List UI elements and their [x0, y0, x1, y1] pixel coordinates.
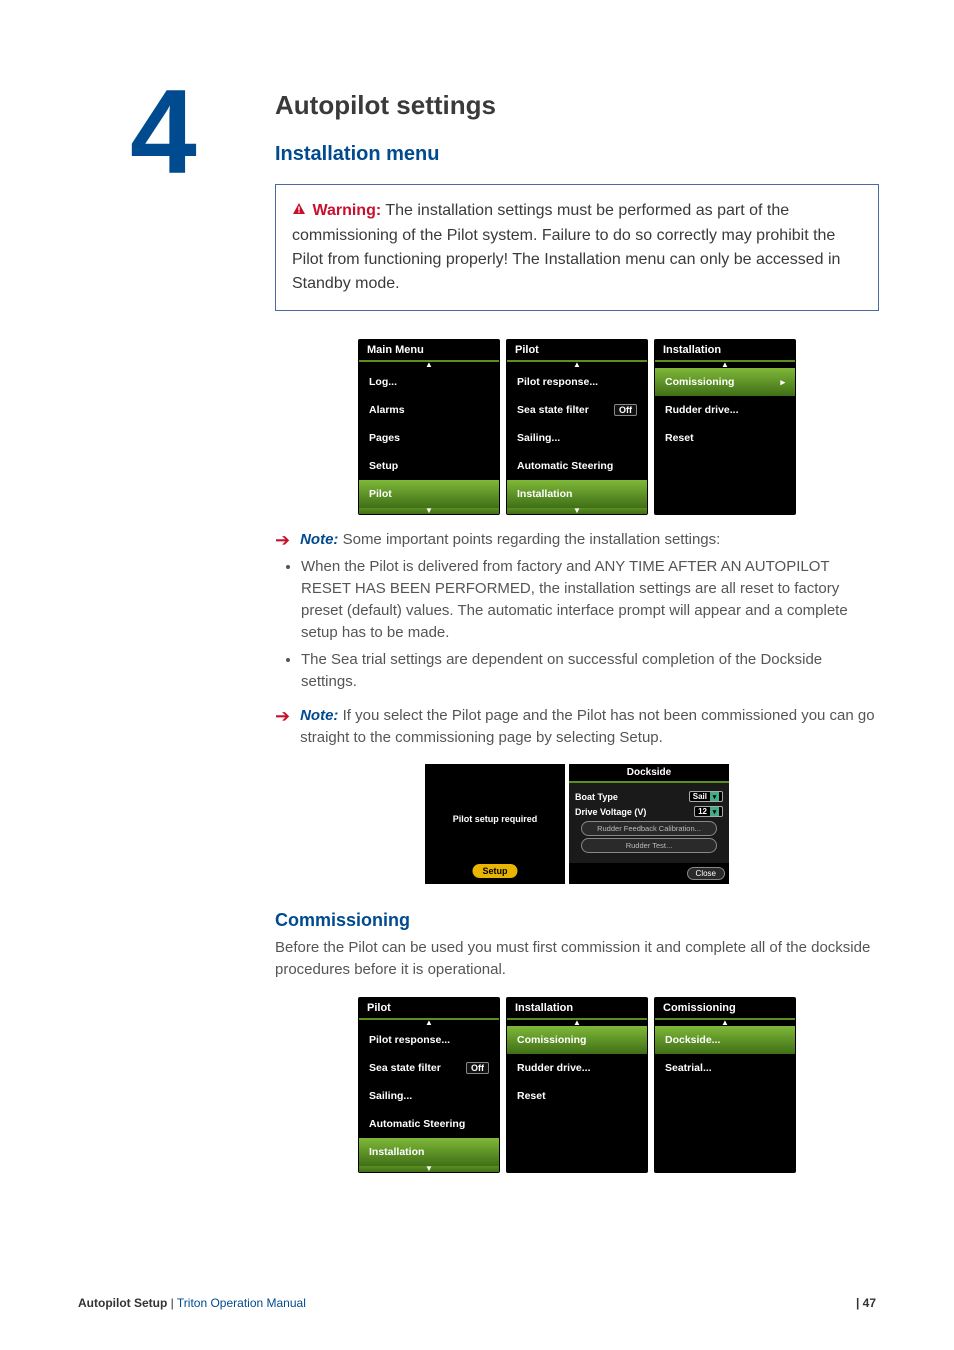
menu-main: Main Menu ▲ Log...AlarmsPagesSetupPilot …	[358, 339, 500, 515]
menu-item[interactable]: Installation	[359, 1138, 499, 1166]
menu-item[interactable]: Sea state filterOff	[359, 1054, 499, 1082]
menu-item[interactable]: Reset	[655, 424, 795, 452]
arrow-right-icon: ➔	[275, 705, 290, 728]
pilot-setup-required-screen: Pilot setup required Setup	[425, 764, 565, 884]
note-label: Note:	[300, 707, 338, 724]
pilot-setup-msg: Pilot setup required	[425, 814, 565, 824]
dockside-dialog: Dockside Boat Type Sail▾ Drive Voltage (…	[569, 764, 729, 884]
chevron-right-icon: ▸	[780, 377, 785, 388]
menu-item[interactable]: Rudder drive...	[655, 396, 795, 424]
menu-trio-top: Main Menu ▲ Log...AlarmsPagesSetupPilot …	[275, 339, 879, 515]
note-text: Some important points regarding the inst…	[343, 531, 721, 548]
menu-item[interactable]: Seatrial...	[655, 1054, 795, 1082]
menu-item[interactable]: Dockside...	[655, 1026, 795, 1054]
menu-installation-title: Installation	[663, 344, 721, 356]
dockside-figure: Pilot setup required Setup Dockside Boat…	[275, 764, 879, 884]
warning-label: Warning:	[312, 202, 381, 219]
list-item: When the Pilot is delivered from factory…	[301, 556, 879, 643]
setup-button[interactable]: Setup	[472, 864, 517, 878]
boat-type-select[interactable]: Sail▾	[689, 791, 723, 802]
menu-commissioning-b-title: Comissioning	[663, 1002, 736, 1014]
menu-item[interactable]: Installation	[507, 480, 647, 508]
menu-commissioning-b: Comissioning ▲ Dockside...Seatrial...	[654, 997, 796, 1173]
note-label: Note:	[300, 531, 338, 548]
chapter-number: 4	[130, 72, 197, 192]
warning-icon	[292, 200, 306, 224]
menu-item[interactable]: Setup	[359, 452, 499, 480]
menu-item[interactable]: Log...	[359, 368, 499, 396]
menu-item[interactable]: Sailing...	[359, 1082, 499, 1110]
menu-item[interactable]: Comissioning▸	[655, 368, 795, 396]
rudder-test-button[interactable]: Rudder Test...	[581, 838, 717, 853]
footer-page: | 47	[856, 1296, 876, 1310]
menu-pilot-b: Pilot ▲ Pilot response...Sea state filte…	[358, 997, 500, 1173]
menu-pilot-b-title: Pilot	[367, 1002, 391, 1014]
drive-voltage-value: 12	[698, 807, 707, 816]
menu-item[interactable]: Pilot	[359, 480, 499, 508]
footer-manual: Triton Operation Manual	[177, 1296, 306, 1310]
footer-section: Autopilot Setup	[78, 1296, 167, 1310]
arrow-right-icon: ➔	[275, 529, 290, 552]
scroll-down-icon: ▼	[359, 508, 499, 514]
menu-installation-b: Installation ▲ ComissioningRudder drive.…	[506, 997, 648, 1173]
menu-pilot: Pilot ▲ Pilot response...Sea state filte…	[506, 339, 648, 515]
menu-installation-b-title: Installation	[515, 1002, 573, 1014]
note-2: ➔ Note: If you select the Pilot page and…	[275, 705, 879, 749]
close-button[interactable]: Close	[687, 867, 725, 880]
rudder-calibration-button[interactable]: Rudder Feedback Calibration...	[581, 821, 717, 836]
scroll-down-icon: ▼	[507, 508, 647, 514]
drive-voltage-label: Drive Voltage (V)	[575, 807, 646, 817]
page-title: Autopilot settings	[275, 90, 879, 121]
boat-type-label: Boat Type	[575, 792, 618, 802]
drive-voltage-select[interactable]: 12▾	[694, 806, 723, 817]
note-1: ➔ Note: Some important points regarding …	[275, 529, 879, 552]
commissioning-para: Before the Pilot can be used you must fi…	[275, 937, 879, 981]
section-installation-menu: Installation menu	[275, 143, 879, 166]
menu-item[interactable]: Pilot response...	[359, 1026, 499, 1054]
menu-trio-bottom: Pilot ▲ Pilot response...Sea state filte…	[275, 997, 879, 1173]
scroll-down-icon: ▼	[359, 1166, 499, 1172]
chevron-down-icon: ▾	[710, 792, 719, 801]
menu-main-title: Main Menu	[367, 344, 424, 356]
list-item: The Sea trial settings are dependent on …	[301, 649, 879, 693]
warning-box: Warning: The installation settings must …	[275, 184, 879, 311]
menu-installation: Installation ▲ Comissioning▸Rudder drive…	[654, 339, 796, 515]
menu-pilot-title: Pilot	[515, 344, 539, 356]
menu-item[interactable]: Sea state filterOff	[507, 396, 647, 424]
section-commissioning: Commissioning	[275, 910, 879, 931]
menu-item-value: Off	[614, 404, 637, 416]
menu-item[interactable]: Sailing...	[507, 424, 647, 452]
page-footer: Autopilot Setup | Triton Operation Manua…	[0, 1296, 954, 1310]
bullet-list: When the Pilot is delivered from factory…	[301, 556, 879, 693]
menu-item[interactable]: Automatic Steering	[359, 1110, 499, 1138]
menu-item[interactable]: Pilot response...	[507, 368, 647, 396]
boat-type-value: Sail	[693, 792, 707, 801]
chevron-down-icon: ▾	[710, 807, 719, 816]
menu-item[interactable]: Rudder drive...	[507, 1054, 647, 1082]
menu-item[interactable]: Pages	[359, 424, 499, 452]
menu-item[interactable]: Automatic Steering	[507, 452, 647, 480]
menu-item[interactable]: Reset	[507, 1082, 647, 1110]
menu-item[interactable]: Alarms	[359, 396, 499, 424]
dockside-dialog-title: Dockside	[569, 764, 729, 783]
note-text: If you select the Pilot page and the Pil…	[300, 707, 875, 746]
menu-item-value: Off	[466, 1062, 489, 1074]
menu-item[interactable]: Comissioning	[507, 1026, 647, 1054]
